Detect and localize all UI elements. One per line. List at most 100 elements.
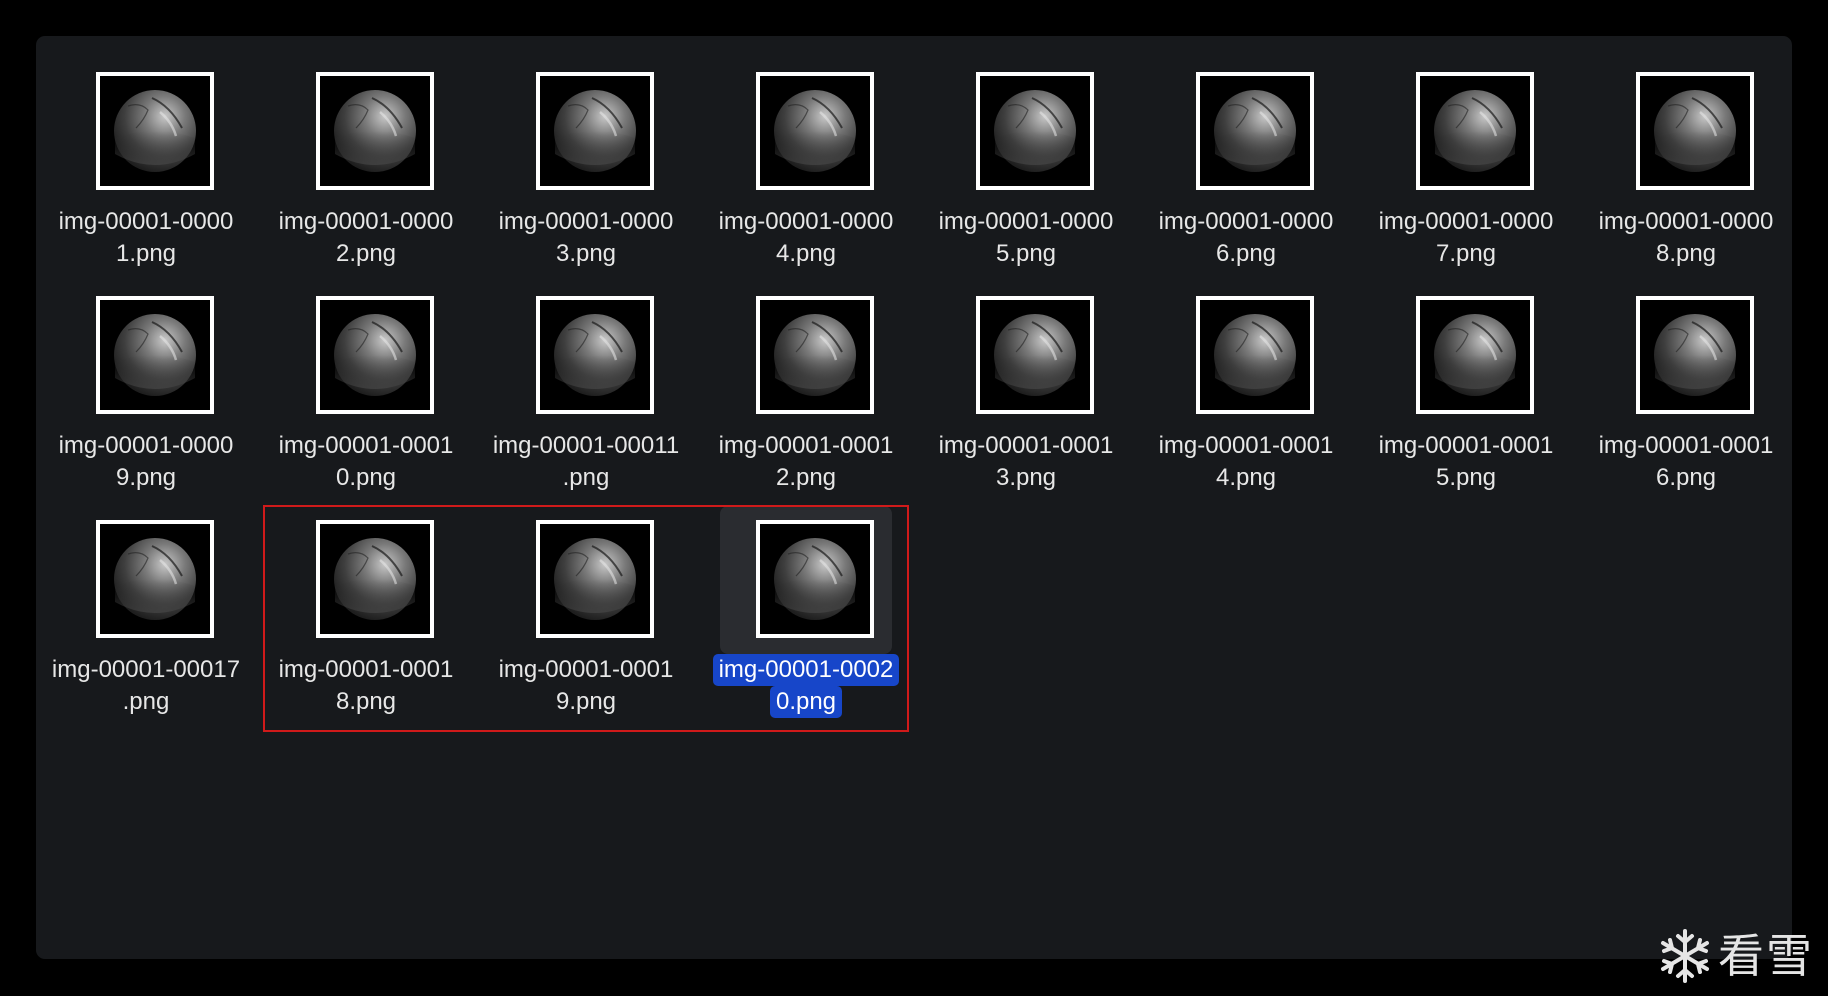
file-thumbnail[interactable] xyxy=(96,296,214,414)
file-thumbnail[interactable] xyxy=(976,296,1094,414)
file-item[interactable]: img-00001-0000 2.png xyxy=(256,70,476,294)
file-thumbnail-wrapper[interactable] xyxy=(296,294,436,434)
snowflake-icon xyxy=(1661,929,1709,983)
file-thumbnail-wrapper[interactable] xyxy=(736,294,876,434)
file-item[interactable]: img-00001-0001 2.png xyxy=(696,294,916,518)
file-thumbnail[interactable] xyxy=(1636,72,1754,190)
file-item[interactable]: img-00001-0001 0.png xyxy=(256,294,476,518)
file-item[interactable]: img-00001-0001 6.png xyxy=(1576,294,1796,518)
file-name-label[interactable]: img-00001-0001 0.png xyxy=(256,430,476,494)
file-name-line1: img-00001-0000 xyxy=(938,208,1114,235)
file-name-line1: img-00001-0001 xyxy=(278,432,454,459)
image-thumbnail-preview xyxy=(1640,300,1750,410)
file-thumbnail[interactable] xyxy=(316,296,434,414)
file-name-label[interactable]: img-00001-0001 4.png xyxy=(1136,430,1356,494)
file-thumbnail-wrapper[interactable] xyxy=(1396,70,1536,210)
file-thumbnail[interactable] xyxy=(536,296,654,414)
file-item[interactable]: img-00001-0000 5.png xyxy=(916,70,1136,294)
file-name-line2: 9.png xyxy=(115,464,177,491)
file-name-line2: .png xyxy=(122,688,170,715)
file-name-line1: img-00001-0000 xyxy=(58,208,234,235)
file-name-label[interactable]: img-00001-0001 6.png xyxy=(1576,430,1796,494)
file-thumbnail-wrapper[interactable] xyxy=(1176,294,1316,434)
file-item[interactable]: img-00001-0000 9.png xyxy=(36,294,256,518)
file-item[interactable]: img-00001-00017 .png xyxy=(36,518,256,742)
file-name-line1: img-00001-0000 xyxy=(1598,208,1774,235)
file-name-line2: 5.png xyxy=(1435,464,1497,491)
file-name-line2: 1.png xyxy=(115,240,177,267)
file-name-line1: img-00001-0000 xyxy=(1158,208,1334,235)
file-name-line1: img-00001-00011 xyxy=(492,432,680,459)
file-item[interactable]: img-00001-0000 4.png xyxy=(696,70,916,294)
file-name-line1: img-00001-0001 xyxy=(1158,432,1334,459)
file-name-line1: img-00001-00017 xyxy=(51,656,241,683)
file-thumbnail[interactable] xyxy=(1416,72,1534,190)
file-thumbnail-wrapper[interactable] xyxy=(516,70,656,210)
file-thumbnail-wrapper[interactable] xyxy=(76,70,216,210)
file-thumbnail[interactable] xyxy=(1636,296,1754,414)
file-item[interactable]: img-00001-0000 3.png xyxy=(476,70,696,294)
file-name-line2: 3.png xyxy=(995,464,1057,491)
file-item[interactable]: img-00001-0000 8.png xyxy=(1576,70,1796,294)
file-thumbnail[interactable] xyxy=(756,296,874,414)
watermark: 看雪 xyxy=(1656,926,1814,986)
file-thumbnail-wrapper[interactable] xyxy=(76,294,216,434)
file-thumbnail-wrapper[interactable] xyxy=(296,70,436,210)
file-thumbnail-wrapper[interactable] xyxy=(736,70,876,210)
file-thumbnail[interactable] xyxy=(756,72,874,190)
file-item[interactable]: img-00001-00011 .png xyxy=(476,294,696,518)
file-name-line2: 2.png xyxy=(775,464,837,491)
file-thumbnail-wrapper[interactable] xyxy=(1616,294,1756,434)
file-thumbnail[interactable] xyxy=(96,520,214,638)
file-thumbnail[interactable] xyxy=(976,72,1094,190)
file-name-label[interactable]: img-00001-0000 1.png xyxy=(36,206,256,270)
file-name-label[interactable]: img-00001-0001 3.png xyxy=(916,430,1136,494)
file-name-label[interactable]: img-00001-0000 2.png xyxy=(256,206,476,270)
file-name-line2: 3.png xyxy=(555,240,617,267)
file-name-line1: img-00001-0001 xyxy=(938,432,1114,459)
red-annotation-box xyxy=(263,505,909,732)
file-thumbnail-wrapper[interactable] xyxy=(1396,294,1536,434)
file-name-label[interactable]: img-00001-0000 5.png xyxy=(916,206,1136,270)
image-thumbnail-preview xyxy=(1200,76,1310,186)
file-name-label[interactable]: img-00001-0000 3.png xyxy=(476,206,696,270)
file-name-label[interactable]: img-00001-00011 .png xyxy=(476,430,696,494)
file-thumbnail-wrapper[interactable] xyxy=(956,294,1096,434)
image-thumbnail-preview xyxy=(1420,300,1530,410)
file-name-label[interactable]: img-00001-00017 .png xyxy=(36,654,256,718)
file-item[interactable]: img-00001-0001 5.png xyxy=(1356,294,1576,518)
file-thumbnail[interactable] xyxy=(1416,296,1534,414)
file-item[interactable]: img-00001-0000 7.png xyxy=(1356,70,1576,294)
file-name-line1: img-00001-0000 xyxy=(58,432,234,459)
file-thumbnail[interactable] xyxy=(536,72,654,190)
file-item[interactable]: img-00001-0000 1.png xyxy=(36,70,256,294)
file-name-label[interactable]: img-00001-0000 4.png xyxy=(696,206,916,270)
file-item[interactable]: img-00001-0000 6.png xyxy=(1136,70,1356,294)
file-name-label[interactable]: img-00001-0001 5.png xyxy=(1356,430,1576,494)
file-name-label[interactable]: img-00001-0000 9.png xyxy=(36,430,256,494)
file-thumbnail[interactable] xyxy=(96,72,214,190)
image-thumbnail-preview xyxy=(1420,76,1530,186)
file-thumbnail-wrapper[interactable] xyxy=(956,70,1096,210)
file-name-line1: img-00001-0001 xyxy=(718,432,894,459)
image-thumbnail-preview xyxy=(100,300,210,410)
file-name-line1: img-00001-0000 xyxy=(498,208,674,235)
image-thumbnail-preview xyxy=(760,76,870,186)
file-name-label[interactable]: img-00001-0001 2.png xyxy=(696,430,916,494)
file-item[interactable]: img-00001-0001 4.png xyxy=(1136,294,1356,518)
file-thumbnail[interactable] xyxy=(1196,72,1314,190)
file-name-line2: 7.png xyxy=(1435,240,1497,267)
file-name-label[interactable]: img-00001-0000 8.png xyxy=(1576,206,1796,270)
file-thumbnail-wrapper[interactable] xyxy=(1616,70,1756,210)
image-thumbnail-preview xyxy=(540,76,650,186)
file-name-label[interactable]: img-00001-0000 6.png xyxy=(1136,206,1356,270)
file-thumbnail[interactable] xyxy=(1196,296,1314,414)
file-thumbnail-wrapper[interactable] xyxy=(516,294,656,434)
file-thumbnail[interactable] xyxy=(316,72,434,190)
file-thumbnail-wrapper[interactable] xyxy=(1176,70,1316,210)
file-name-label[interactable]: img-00001-0000 7.png xyxy=(1356,206,1576,270)
file-item[interactable]: img-00001-0001 3.png xyxy=(916,294,1136,518)
file-name-line2: 0.png xyxy=(335,464,397,491)
image-thumbnail-preview xyxy=(100,524,210,634)
file-thumbnail-wrapper[interactable] xyxy=(76,518,216,658)
